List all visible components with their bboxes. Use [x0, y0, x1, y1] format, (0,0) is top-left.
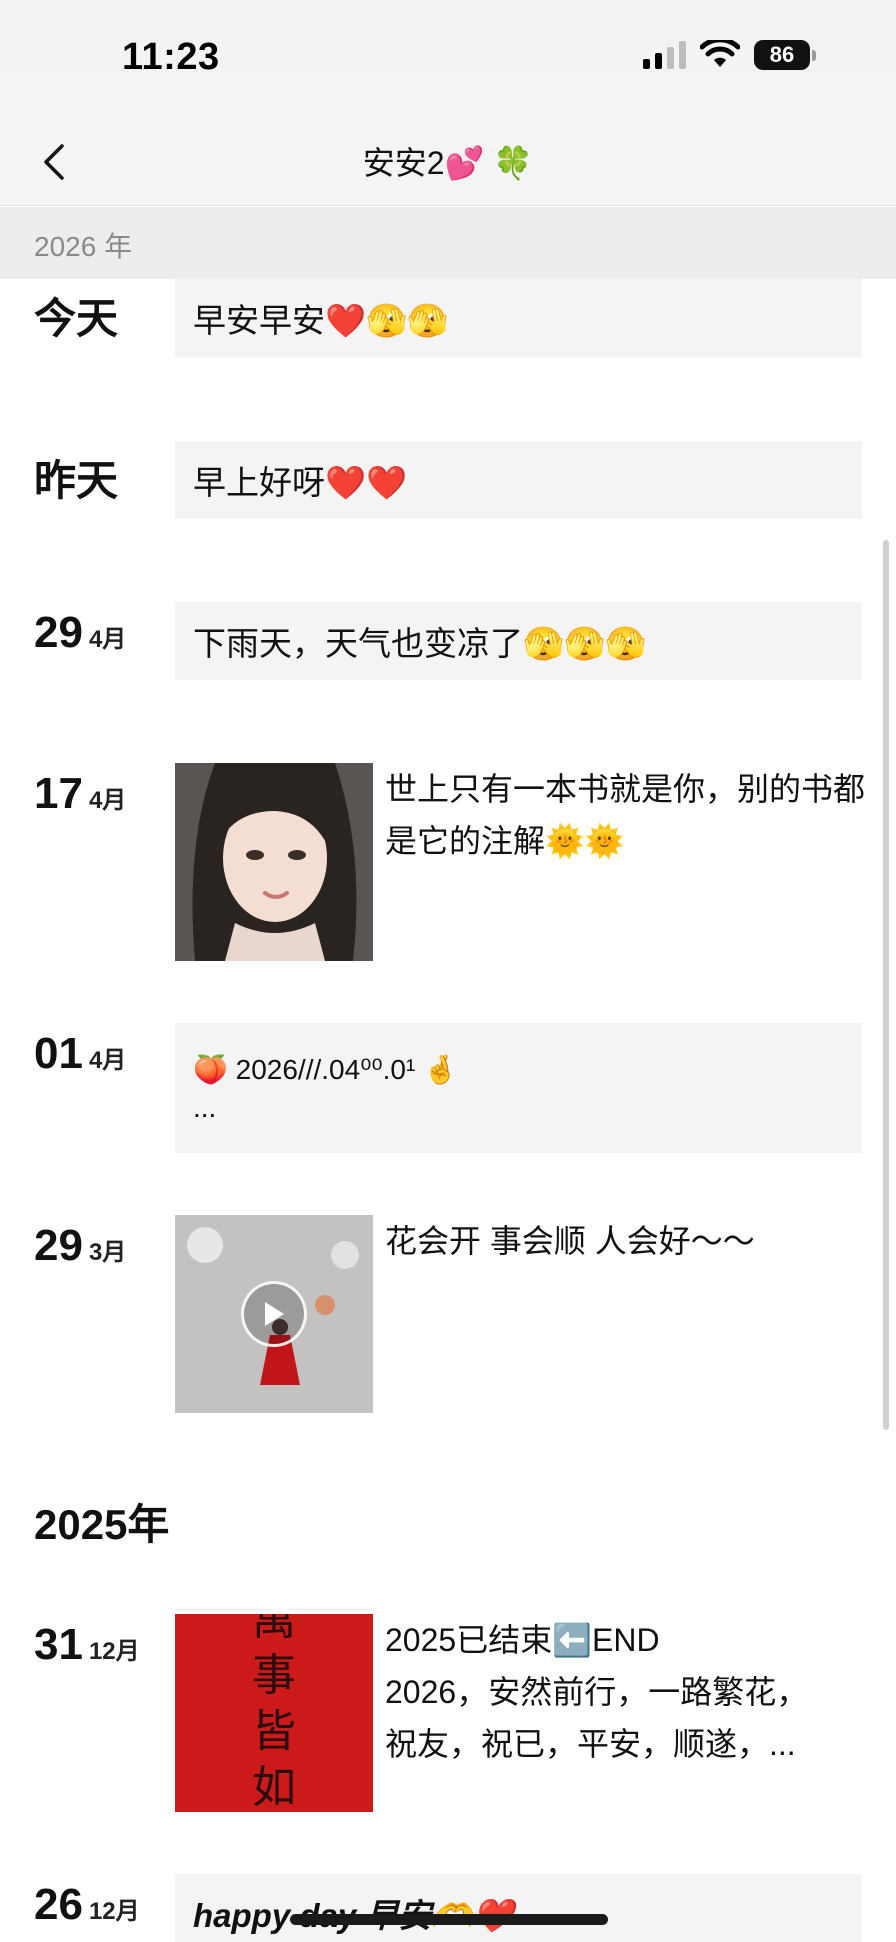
entry-month: 4月: [88, 1047, 127, 1074]
moment-caption: 2025已结束⬅️END 2026，安然前行，一路繁花， 祝友，祝已，平安，顺遂…: [385, 1614, 865, 1770]
page-title: 安安2💕 🍀: [362, 145, 534, 181]
moment-text: 下雨天，天气也变凉了🫣🫣🫣: [193, 625, 647, 662]
calligraphy-image-text: 萬事皆如意: [252, 1614, 296, 1812]
moments-feed[interactable]: 今天 早安早安❤️🫣🫣 昨天 早上好呀❤️❤️ 29 4月 下雨天，天气也变凉了🫣…: [0, 279, 896, 1942]
entry-date: 昨天: [34, 447, 118, 508]
battery-level: 86: [754, 40, 810, 70]
entry-day: 昨天: [34, 457, 119, 504]
moment-caption-line: 2026，安然前行，一路繁花，: [385, 1674, 809, 1710]
entry-month: 4月: [88, 787, 127, 814]
nav-bar: 安安2💕 🍀: [0, 120, 896, 206]
moment-text-line: 🍑 2026///.04⁰⁰.0¹ 🤞: [193, 1053, 458, 1085]
scrollbar[interactable]: [883, 540, 889, 1430]
year-header: 2025年: [34, 1501, 170, 1548]
entry-month: 12月: [88, 1898, 140, 1925]
moment-text-bubble[interactable]: 早安早安❤️🫣🫣: [175, 279, 862, 357]
entry-day: 今天: [34, 295, 119, 342]
entry-month: 4月: [88, 626, 127, 653]
moment-photo-thumbnail[interactable]: [175, 763, 373, 961]
entry-day: 17: [34, 769, 83, 818]
moment-text: 早上好呀❤️❤️: [193, 464, 408, 501]
sticky-year-header: 2026 年: [0, 207, 896, 279]
entry-day: 29: [34, 608, 83, 657]
play-button[interactable]: [241, 1281, 307, 1347]
moment-text-bubble[interactable]: 早上好呀❤️❤️: [175, 441, 862, 519]
entry-date: 31 12月: [34, 1620, 140, 1670]
entry-date: 29 4月: [34, 608, 126, 658]
play-icon: [265, 1302, 284, 1326]
entry-date: 26 12月: [34, 1880, 140, 1930]
cellular-signal-icon: [643, 41, 686, 69]
moment-text-bubble[interactable]: 🍑 2026///.04⁰⁰.0¹ 🤞 ...: [175, 1023, 862, 1153]
battery-icon: 86: [754, 40, 816, 70]
moment-text-more: ...: [193, 1091, 217, 1123]
moment-text: happy day 早安🫶❤️: [193, 1897, 514, 1934]
moment-caption: 世上只有一本书就是你，别的书都是它的注解🌞🌞: [385, 771, 866, 859]
entry-day: 01: [34, 1029, 83, 1078]
entry-date: 01 4月: [34, 1029, 126, 1079]
home-indicator[interactable]: [290, 1914, 608, 1925]
entry-date: 29 3月: [34, 1221, 126, 1271]
entry-date: 17 4月: [34, 769, 126, 819]
status-time: 11:23: [122, 36, 220, 78]
wifi-icon: [700, 40, 740, 67]
entry-day: 31: [34, 1620, 83, 1669]
entry-month: 12月: [88, 1638, 140, 1665]
status-icons: 86: [643, 40, 816, 70]
moment-text: 早安早安❤️🫣🫣: [193, 302, 449, 339]
moment-caption-line: 2025已结束⬅️END: [385, 1622, 660, 1658]
moment-photo-thumbnail[interactable]: 萬事皆如意: [175, 1614, 373, 1812]
status-bar: 11:23 86: [0, 0, 896, 120]
entry-day: 26: [34, 1880, 83, 1929]
moment-caption-line: 祝友，祝已，平安，顺遂，...: [385, 1726, 796, 1762]
moment-text-bubble[interactable]: 下雨天，天气也变凉了🫣🫣🫣: [175, 602, 862, 680]
entry-day: 29: [34, 1221, 83, 1270]
portrait-photo: [175, 763, 373, 961]
entry-date: 今天: [34, 285, 118, 346]
sticky-year-label: 2026 年: [34, 231, 133, 262]
entry-month: 3月: [88, 1239, 127, 1266]
moment-caption: 花会开 事会顺 人会好～～: [385, 1223, 755, 1259]
moment-video-thumbnail[interactable]: [175, 1215, 373, 1413]
moment-text-bubble[interactable]: happy day 早安🫶❤️: [175, 1874, 862, 1942]
